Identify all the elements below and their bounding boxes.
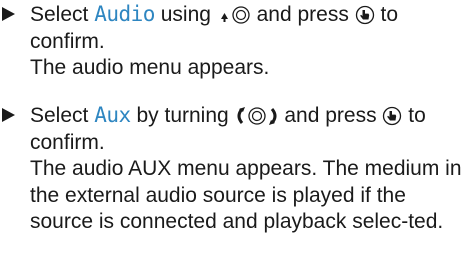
instruction-text: Select [30,3,95,26]
instruction-step-audio: Select Audio using and press to confirm.… [0,1,468,82]
bullet-arrow-icon [2,7,15,21]
menu-item-aux: Aux [94,103,131,127]
instruction-text: using [154,3,217,26]
instruction-text: and press [278,104,383,127]
result-text: The audio AUX menu appears. The medium i… [30,157,462,233]
instruction-text: and press [250,3,355,26]
instruction-text: by turning [130,104,235,127]
bullet-arrow-icon [2,108,15,122]
instruction-line: Select Aux by turning and press to confi… [0,102,468,156]
instruction-line: Select Audio using and press to confirm. [0,1,468,55]
turn-controller-icon [235,106,279,126]
result-text: The audio menu appears. [30,56,270,79]
instruction-step-aux: Select Aux by turning and press to confi… [0,102,468,236]
instruction-text: Select [30,104,95,127]
press-controller-icon [382,106,402,126]
arrow-up-controller-icon [217,5,251,25]
menu-item-audio: Audio [94,2,155,26]
press-controller-icon [355,5,375,25]
